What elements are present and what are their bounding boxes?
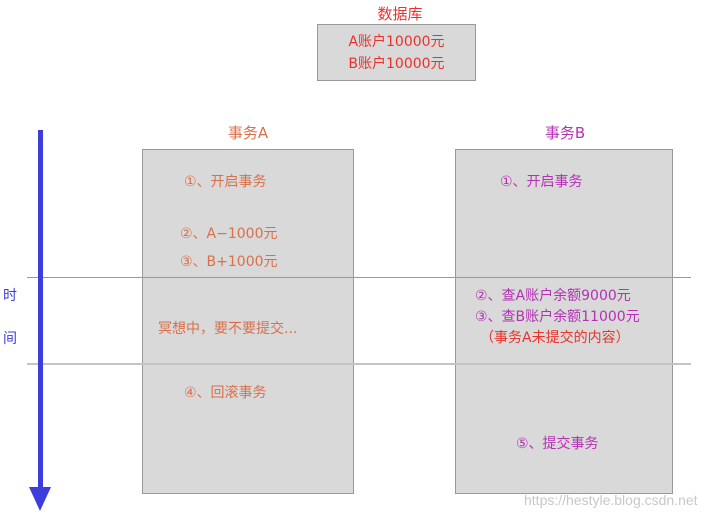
transaction-b-step-begin: ①、开启事务 — [500, 174, 583, 190]
transaction-b-step-query-b: ③、查B账户余额11000元 — [475, 309, 640, 325]
transaction-a-step-rollback: ④、回滚事务 — [184, 385, 267, 401]
database-row-a: A账户10000元 — [348, 33, 445, 50]
time-divider-1 — [27, 277, 691, 278]
watermark: https://hestyle.blog.csdn.net — [524, 492, 698, 508]
time-axis-arrow-icon — [29, 487, 51, 511]
time-axis-label-2: 间 — [3, 331, 17, 347]
database-row-b: B账户10000元 — [348, 55, 445, 72]
database-title: 数据库 — [377, 5, 423, 23]
database-box: A账户10000元 B账户10000元 — [317, 24, 476, 81]
transaction-b-step-commit: ⑤、提交事务 — [516, 436, 599, 452]
transaction-a-step-begin: ①、开启事务 — [184, 174, 267, 190]
time-divider-2 — [27, 363, 691, 365]
transaction-b-step-query-a: ②、查A账户余额9000元 — [475, 288, 631, 304]
transaction-a-step-credit: ③、B+1000元 — [180, 254, 278, 270]
transaction-a-step-thinking: 冥想中，要不要提交... — [158, 321, 298, 337]
transaction-a-title: 事务A — [227, 124, 269, 142]
transaction-b-dirty-read-note: （事务A未提交的内容） — [480, 330, 630, 346]
time-axis-line — [38, 130, 43, 490]
transaction-a-step-debit: ②、A−1000元 — [180, 226, 278, 242]
time-axis-label-1: 时 — [3, 288, 17, 304]
transaction-b-title: 事务B — [544, 124, 586, 142]
